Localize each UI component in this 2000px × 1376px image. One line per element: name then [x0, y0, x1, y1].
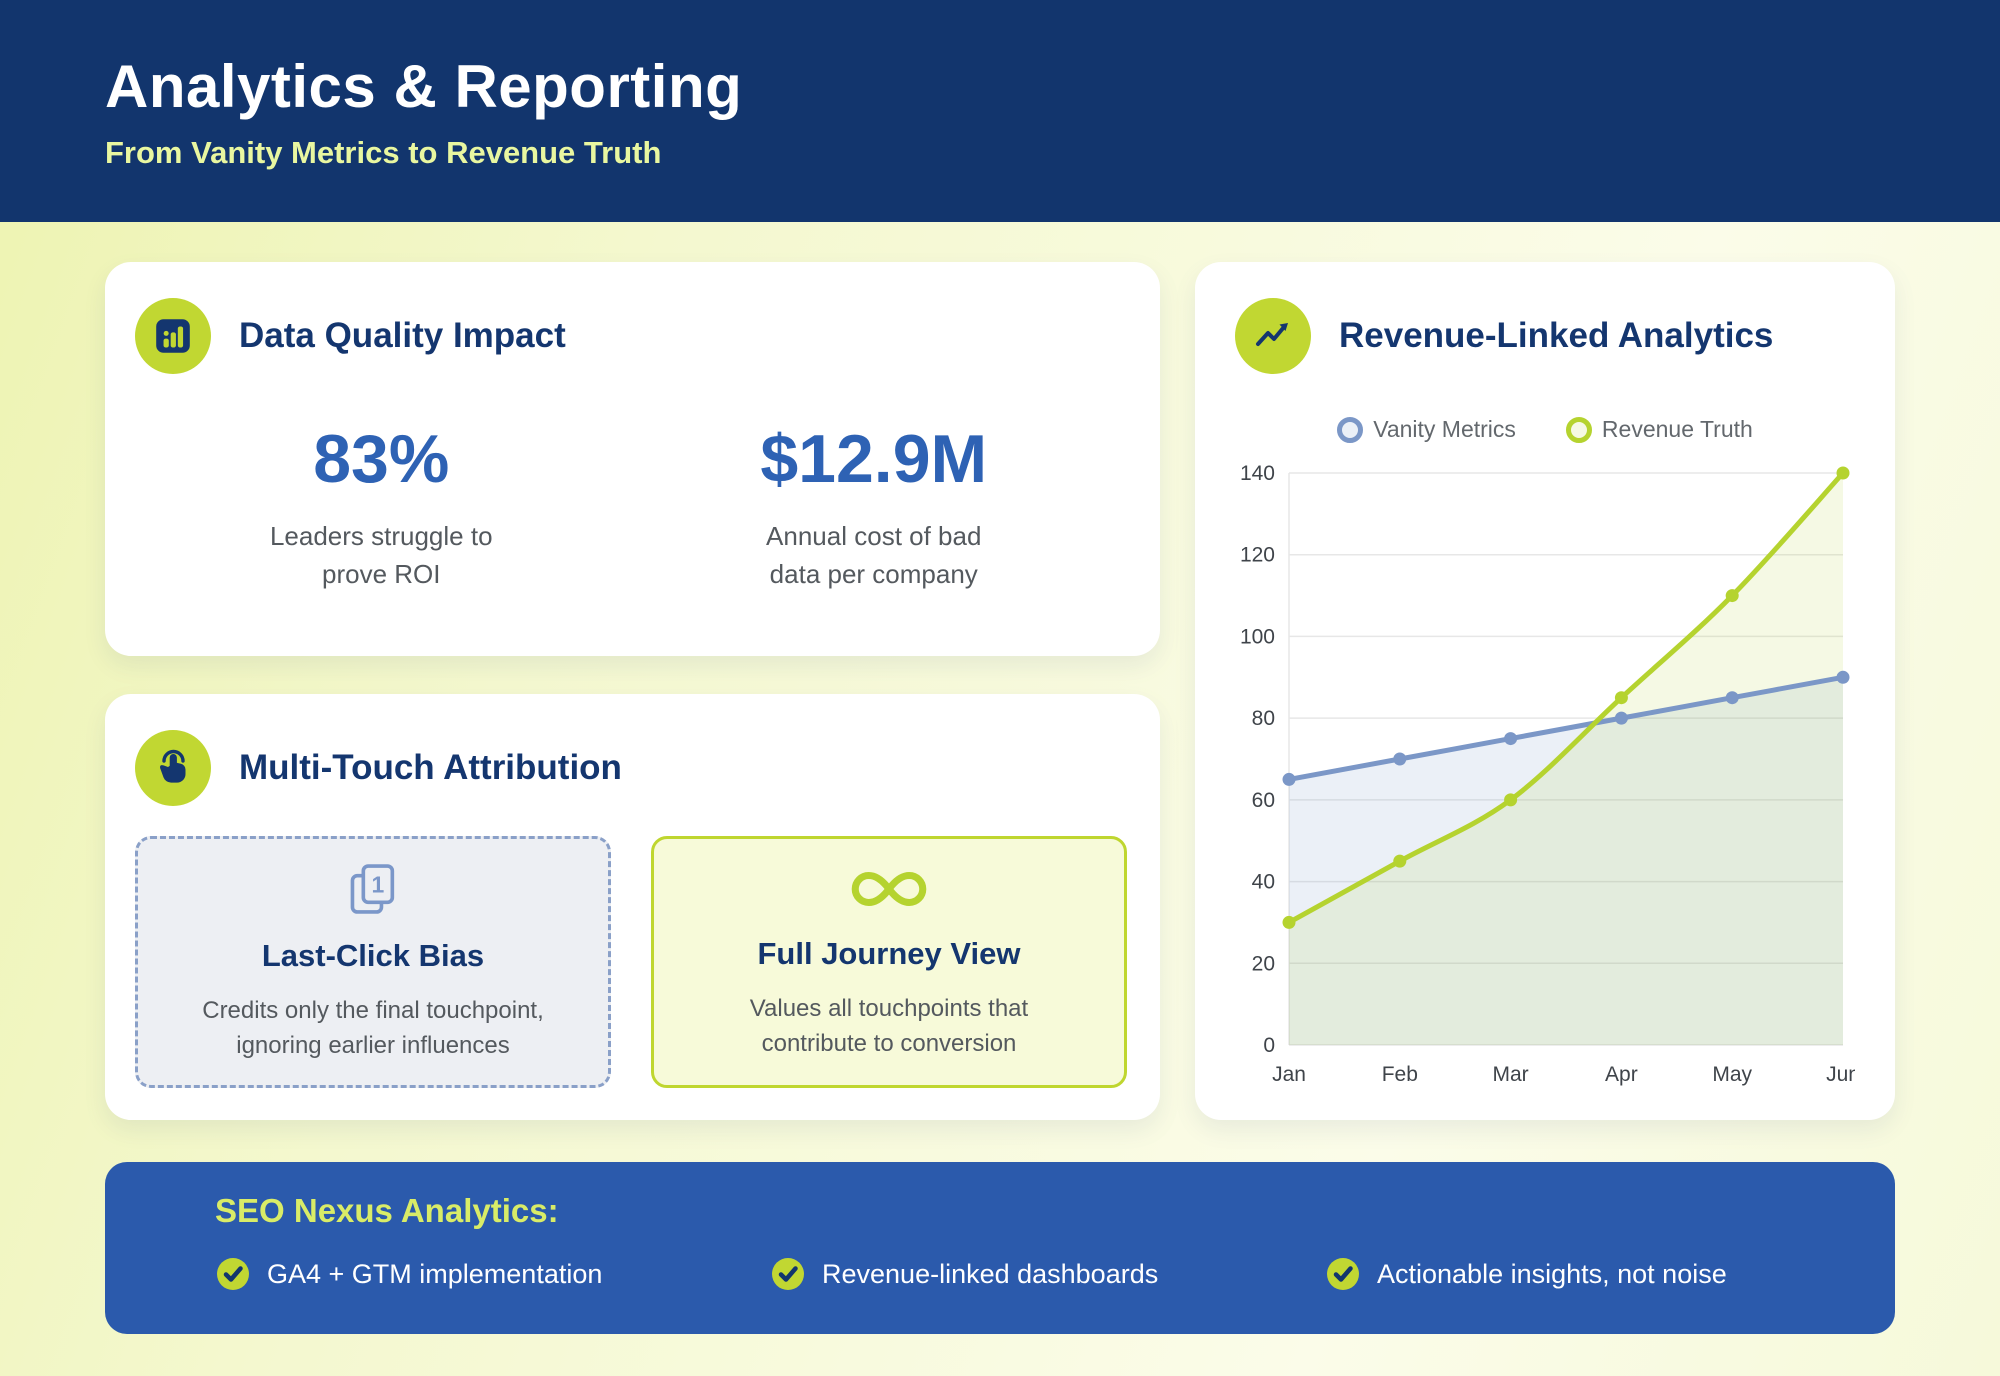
svg-text:May: May — [1712, 1063, 1752, 1086]
bar-chart-icon — [135, 298, 211, 374]
box-title: Full Journey View — [757, 936, 1020, 972]
svg-text:120: 120 — [1240, 544, 1275, 567]
legend-item: Vanity Metrics — [1337, 416, 1516, 443]
svg-text:140: 140 — [1240, 462, 1275, 485]
banner-items: GA4 + GTM implementation Revenue-linked d… — [215, 1256, 1785, 1292]
legend-ring-icon — [1337, 417, 1363, 443]
legend-label: Vanity Metrics — [1373, 416, 1516, 443]
box-description: Values all touchpoints that contribute t… — [696, 992, 1082, 1062]
data-quality-card: Data Quality Impact 83% Leaders struggle… — [105, 262, 1160, 656]
line-chart: 0 20 40 60 80 100 120 140 Jan Feb Mar Apr May Jun — [1235, 459, 1855, 1098]
check-icon — [215, 1256, 251, 1292]
svg-text:0: 0 — [1263, 1034, 1275, 1057]
chart-card-header: Revenue-Linked Analytics — [1235, 298, 1855, 374]
stat-label: Leaders struggle to prove ROI — [249, 518, 514, 593]
box-title: Last-Click Bias — [262, 938, 484, 974]
legend-ring-icon — [1566, 417, 1592, 443]
trend-up-icon — [1235, 298, 1311, 374]
banner-item-label: Revenue-linked dashboards — [822, 1259, 1158, 1290]
chart-card: Revenue-Linked Analytics Vanity Metrics R… — [1195, 262, 1895, 1120]
svg-text:Jun: Jun — [1826, 1063, 1855, 1086]
chart-legend: Vanity Metrics Revenue Truth — [1337, 416, 1753, 443]
banner-item: GA4 + GTM implementation — [215, 1256, 770, 1292]
check-icon — [770, 1256, 806, 1292]
page-subtitle: From Vanity Metrics to Revenue Truth — [105, 135, 1895, 171]
banner-item-label: GA4 + GTM implementation — [267, 1259, 602, 1290]
left-column: Data Quality Impact 83% Leaders struggle… — [105, 262, 1160, 1120]
banner-item-label: Actionable insights, not noise — [1377, 1259, 1727, 1290]
attribution-card-header: Multi-Touch Attribution — [135, 730, 1127, 806]
data-quality-card-header: Data Quality Impact — [135, 298, 1120, 374]
footer-banner: SEO Nexus Analytics: GA4 + GTM implement… — [105, 1162, 1895, 1334]
full-journey-view-box: Full Journey View Values all touchpoints… — [651, 836, 1127, 1088]
stat-label: Annual cost of bad data per company — [741, 518, 1006, 593]
svg-text:40: 40 — [1252, 871, 1275, 894]
banner-item: Actionable insights, not noise — [1325, 1256, 1785, 1292]
banner-title: SEO Nexus Analytics: — [215, 1192, 1785, 1230]
card-title: Revenue-Linked Analytics — [1339, 316, 1773, 356]
svg-text:80: 80 — [1252, 707, 1275, 730]
main-content: Data Quality Impact 83% Leaders struggle… — [105, 262, 1895, 1120]
legend-item: Revenue Truth — [1566, 416, 1753, 443]
card-title: Data Quality Impact — [239, 316, 566, 356]
svg-text:60: 60 — [1252, 789, 1275, 812]
check-icon — [1325, 1256, 1361, 1292]
infinity-icon — [841, 862, 937, 916]
attribution-card: Multi-Touch Attribution 1 Last-Click Bia… — [105, 694, 1160, 1120]
stat-value: 83% — [135, 420, 628, 498]
svg-text:Jan: Jan — [1272, 1063, 1306, 1086]
box-description: Credits only the final touchpoint, ignor… — [180, 994, 566, 1064]
last-click-bias-box: 1 Last-Click Bias Credits only the final… — [135, 836, 611, 1088]
attribution-boxes: 1 Last-Click Bias Credits only the final… — [135, 836, 1127, 1088]
legend-label: Revenue Truth — [1602, 416, 1753, 443]
svg-text:100: 100 — [1240, 625, 1275, 648]
svg-text:Mar: Mar — [1493, 1063, 1529, 1086]
stat-roi: 83% Leaders struggle to prove ROI — [135, 420, 628, 593]
card-title: Multi-Touch Attribution — [239, 748, 622, 788]
stat-value: $12.9M — [628, 420, 1121, 498]
svg-text:20: 20 — [1252, 952, 1275, 975]
pages-icon: 1 — [344, 860, 402, 918]
svg-text:Apr: Apr — [1605, 1063, 1638, 1086]
pages-icon-badge: 1 — [371, 872, 384, 898]
stat-cost: $12.9M Annual cost of bad data per compa… — [628, 420, 1121, 593]
stats-row: 83% Leaders struggle to prove ROI $12.9M… — [135, 420, 1120, 593]
banner-item: Revenue-linked dashboards — [770, 1256, 1325, 1292]
page-header: Analytics & Reporting From Vanity Metric… — [0, 0, 2000, 222]
tap-icon — [135, 730, 211, 806]
page-title: Analytics & Reporting — [105, 52, 1895, 121]
svg-text:Feb: Feb — [1382, 1063, 1418, 1086]
